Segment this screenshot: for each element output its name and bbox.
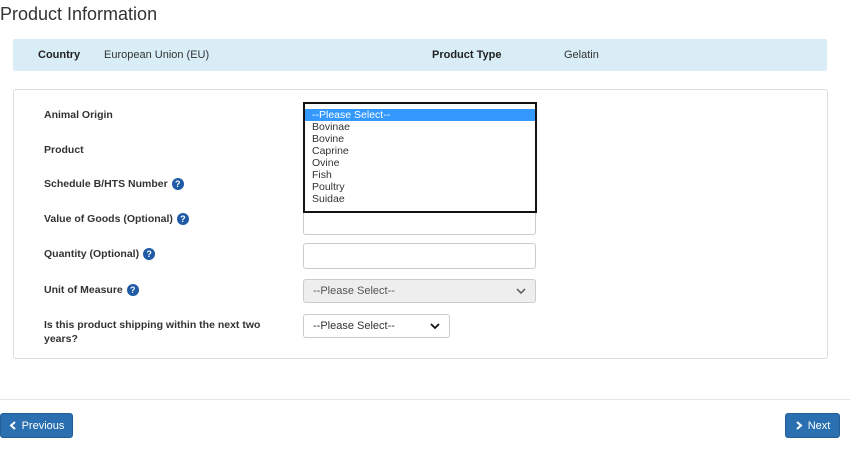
animal-origin-option[interactable]: Bovinae xyxy=(305,121,535,133)
product-type-value: Gelatin xyxy=(564,49,599,61)
next-button[interactable]: Next xyxy=(785,413,840,438)
chevron-down-icon xyxy=(516,288,526,295)
value-of-goods-label: Value of Goods (Optional) ? xyxy=(44,212,189,226)
quantity-label: Quantity (Optional) ? xyxy=(44,247,156,261)
country-value: European Union (EU) xyxy=(104,49,210,61)
chevron-right-icon xyxy=(796,421,803,430)
animal-origin-option[interactable]: --Please Select-- xyxy=(305,109,535,121)
question-circle-icon[interactable]: ? xyxy=(176,213,189,225)
hts-number-label: Schedule B/HTS Number ? xyxy=(44,177,184,191)
page-title: Product Information xyxy=(0,4,158,24)
question-circle-icon[interactable]: ? xyxy=(171,178,184,190)
animal-origin-option[interactable]: Poultry xyxy=(305,181,535,193)
quantity-input[interactable] xyxy=(303,243,536,269)
question-circle-icon[interactable]: ? xyxy=(126,284,139,296)
animal-origin-option[interactable]: Suidae xyxy=(305,193,535,205)
chevron-left-icon xyxy=(9,421,16,430)
unit-of-measure-label: Unit of Measure ? xyxy=(44,283,139,297)
animal-origin-option[interactable]: Fish xyxy=(305,169,535,181)
animal-origin-label: Animal Origin xyxy=(44,109,113,121)
previous-button[interactable]: Previous xyxy=(0,413,73,438)
unit-of-measure-select[interactable]: --Please Select-- xyxy=(303,279,536,303)
product-type-label: Product Type xyxy=(432,49,502,61)
shipping-two-years-select[interactable]: --Please Select-- xyxy=(303,314,450,338)
chevron-down-icon xyxy=(430,323,440,330)
animal-origin-option[interactable]: Caprine xyxy=(305,145,535,157)
summary-bar: Country European Union (EU) Product Type… xyxy=(13,39,827,71)
footer-divider xyxy=(0,399,850,400)
product-label: Product xyxy=(44,144,84,156)
animal-origin-option[interactable]: Bovine xyxy=(305,133,535,145)
animal-origin-option[interactable]: Ovine xyxy=(305,157,535,169)
country-label: Country xyxy=(38,49,81,61)
shipping-two-years-label: Is this product shipping within the next… xyxy=(44,319,261,345)
animal-origin-listbox[interactable]: --Please Select-- Bovinae Bovine Caprine… xyxy=(303,102,537,213)
question-circle-icon[interactable]: ? xyxy=(143,248,156,260)
